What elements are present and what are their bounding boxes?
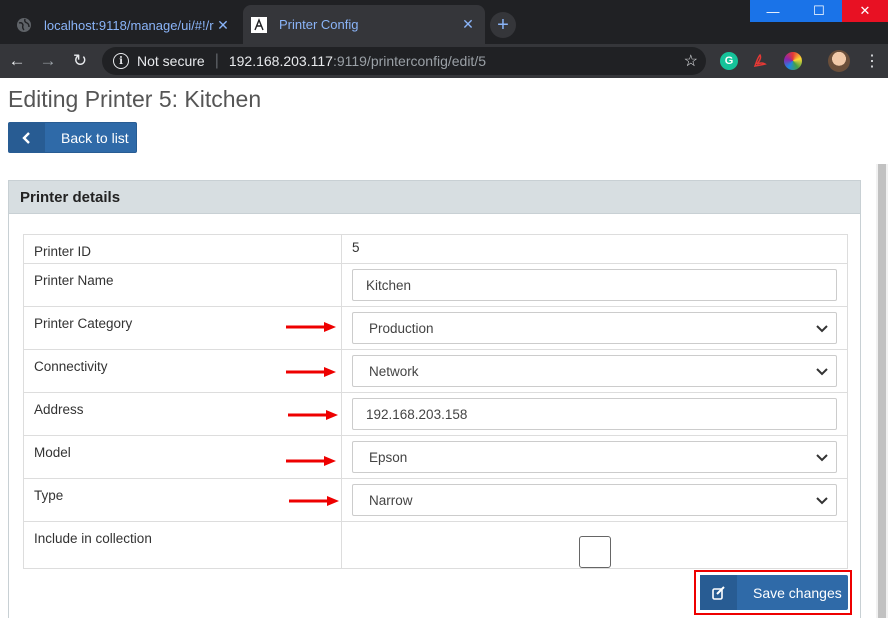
forward-arrow-icon[interactable]: →	[37, 50, 59, 72]
browser-tab-strip: localhost:9118/manage/ui/#!/roo ✕ Printe…	[0, 0, 888, 44]
include-in-collection-checkbox[interactable]	[578, 536, 611, 568]
printer-id-value: 5	[341, 234, 848, 264]
model-select[interactable]: Epson	[352, 441, 837, 473]
address-bar[interactable]: i Not secure | 192.168.203.117 :9119/pri…	[102, 47, 706, 75]
annotation-arrow-icon	[286, 322, 336, 332]
back-to-list-button[interactable]: Back to list	[8, 122, 137, 153]
app-logo-icon	[251, 16, 267, 33]
table-row: Printer Name Kitchen	[23, 263, 848, 307]
maximize-icon[interactable]: ☐	[796, 0, 842, 22]
grammarly-icon[interactable]: G	[720, 52, 738, 70]
pdf-icon[interactable]	[751, 52, 769, 70]
edit-icon	[700, 575, 737, 610]
url-path: :9119/printerconfig/edit/5	[332, 53, 487, 69]
scrollbar-gutter	[876, 78, 888, 164]
url-host: 192.168.203.117	[228, 53, 333, 69]
window-controls: — ☐ ✕	[750, 0, 888, 22]
tab-title: Printer Config	[279, 17, 359, 32]
close-tab-icon[interactable]: ✕	[459, 16, 477, 34]
save-changes-label: Save changes	[753, 584, 842, 601]
new-tab-button[interactable]: +	[490, 12, 516, 38]
type-select[interactable]: Narrow	[352, 484, 837, 516]
annotation-arrow-icon	[286, 367, 336, 377]
panel-title: Printer details	[9, 181, 860, 214]
browser-tab-manage[interactable]: localhost:9118/manage/ui/#!/roo ✕	[8, 6, 240, 44]
table-row: Printer ID 5	[23, 234, 848, 264]
reload-icon[interactable]: ↻	[69, 50, 91, 72]
printer-name-label: Printer Name	[23, 263, 342, 307]
address-input[interactable]: 192.168.203.158	[352, 398, 837, 430]
printer-category-value: Production	[369, 320, 434, 336]
chevron-down-icon	[816, 454, 828, 462]
printer-name-input[interactable]: Kitchen	[352, 269, 837, 301]
page-content: Editing Printer 5: Kitchen Back to list …	[0, 78, 888, 618]
minimize-icon[interactable]: —	[750, 0, 796, 22]
security-label[interactable]: Not secure	[137, 53, 205, 69]
close-tab-icon[interactable]: ✕	[214, 16, 232, 34]
scrollbar-thumb[interactable]	[878, 164, 886, 618]
chevron-left-icon	[9, 123, 45, 152]
printer-details-table: Printer ID 5 Printer Name Kitchen Printe…	[23, 234, 848, 569]
chevron-down-icon	[816, 325, 828, 333]
model-value: Epson	[369, 449, 408, 465]
table-row: Printer Category Production	[23, 306, 848, 350]
table-row: Include in collection	[23, 521, 848, 569]
more-menu-icon[interactable]: ⋮	[864, 50, 880, 72]
table-row: Connectivity Network	[23, 349, 848, 393]
chevron-down-icon	[816, 368, 828, 376]
table-row: Model Epson	[23, 435, 848, 479]
annotation-arrow-icon	[289, 496, 339, 506]
page-title: Editing Printer 5: Kitchen	[8, 86, 262, 112]
back-arrow-icon[interactable]: ←	[6, 50, 28, 72]
browser-toolbar: ← → ↻ i Not secure | 192.168.203.117 :91…	[0, 44, 888, 78]
address-separator: |	[214, 52, 219, 69]
bookmark-star-icon[interactable]: ☆	[684, 51, 698, 71]
globe-icon	[16, 17, 32, 33]
profile-avatar[interactable]	[828, 50, 850, 72]
type-value: Narrow	[369, 492, 413, 508]
table-row: Address 192.168.203.158	[23, 392, 848, 436]
annotation-arrow-icon	[286, 456, 336, 466]
browser-tab-printer-config[interactable]: Printer Config ✕	[243, 5, 485, 44]
include-in-collection-label: Include in collection	[23, 521, 342, 569]
back-to-list-label: Back to list	[61, 129, 129, 146]
save-changes-button[interactable]: Save changes	[700, 575, 848, 610]
annotation-arrow-icon	[288, 410, 338, 420]
save-highlight-frame: Save changes	[694, 570, 852, 615]
table-row: Type Narrow	[23, 478, 848, 522]
tab-title: localhost:9118/manage/ui/#!/roo	[44, 17, 214, 33]
connectivity-value: Network	[369, 363, 419, 379]
printer-id-label: Printer ID	[23, 234, 342, 264]
printer-details-panel: Printer details Printer ID 5 Printer Nam…	[8, 180, 861, 618]
info-icon[interactable]: i	[113, 53, 129, 69]
connectivity-select[interactable]: Network	[352, 355, 837, 387]
scrollbar[interactable]	[876, 164, 888, 618]
chevron-down-icon	[816, 497, 828, 505]
printer-category-select[interactable]: Production	[352, 312, 837, 344]
color-picker-icon[interactable]	[784, 52, 802, 70]
close-window-icon[interactable]: ✕	[842, 0, 888, 22]
